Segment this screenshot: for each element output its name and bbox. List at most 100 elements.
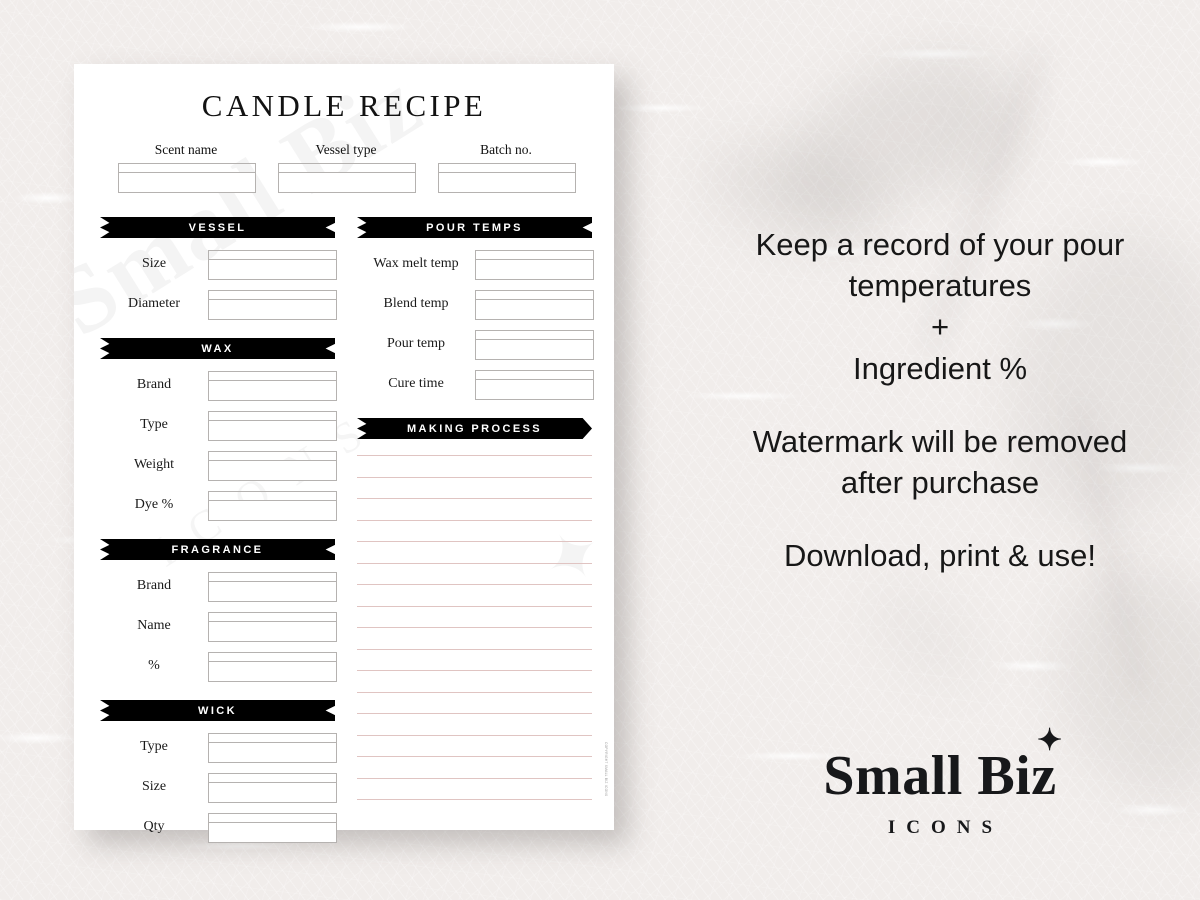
form-section: WICK Type Size Qty (100, 700, 337, 843)
micro-copyright-text: COPYRIGHT SMALL BIZ ICONS (604, 741, 608, 796)
ruled-line[interactable] (357, 541, 592, 542)
marketing-panel: Keep a record of your pour temperatures … (700, 224, 1180, 577)
marketing-line: + (930, 309, 950, 345)
field-input[interactable] (208, 411, 337, 441)
section-banner: WAX (100, 338, 335, 359)
field-row: Brand (100, 572, 337, 602)
form-section: FRAGRANCE Brand Name% (100, 539, 337, 682)
field-input[interactable] (475, 250, 594, 280)
marketing-line: after purchase (840, 465, 1040, 501)
page-title: CANDLE RECIPE (201, 88, 487, 123)
field-label: Type (140, 739, 168, 754)
logo-wordmark: Small Biz ✦ (823, 726, 1062, 807)
ruled-line[interactable] (357, 648, 592, 650)
field-input[interactable] (208, 250, 337, 280)
ruled-line[interactable] (357, 519, 592, 521)
marketing-block-features: Keep a record of your pour temperatures … (700, 224, 1180, 389)
marketing-line: Download, print & use! (784, 538, 1096, 574)
field-input[interactable] (208, 612, 337, 642)
field-label: Pour temp (387, 336, 445, 351)
field-label: Brand (136, 377, 172, 392)
ruled-line[interactable] (357, 670, 592, 671)
ruled-line[interactable] (357, 498, 592, 499)
header-field: Scent name (118, 142, 256, 193)
ruled-line[interactable] (357, 799, 592, 800)
marketing-line: Watermark will be removed (752, 423, 1128, 459)
printable-sheet: Small Biz ICONS ✦ CANDLE RECIPE Scent na… (74, 64, 614, 843)
field-input[interactable] (208, 813, 337, 843)
field-row: Cure time (357, 370, 594, 400)
marketing-line: Keep a record of your pour (755, 227, 1125, 262)
field-input[interactable] (208, 290, 337, 320)
field-label: Size (141, 779, 167, 794)
field-input[interactable] (208, 773, 337, 803)
section-banner: POUR TEMPS (357, 217, 592, 238)
section-banner: WICK (100, 700, 335, 721)
ruled-line[interactable] (357, 476, 592, 478)
field-row: Type (100, 411, 337, 441)
marketing-block-download: Download, print & use! (700, 535, 1180, 576)
header-field: Batch no. (438, 142, 576, 193)
marketing-block-watermark: Watermark will be removed after purchase (700, 421, 1180, 503)
header-field-label: Batch no. (480, 142, 532, 157)
section-banner: FRAGRANCE (100, 539, 335, 560)
field-label: Size (141, 256, 167, 271)
field-row: Size (100, 250, 337, 280)
header-fields-row: Scent name Vessel type Batch no. (118, 142, 576, 193)
form-section: WAX Brand Type Weight Dye % (100, 338, 337, 521)
field-label: Blend temp (383, 296, 449, 311)
field-input[interactable] (208, 733, 337, 763)
field-row: Type (100, 733, 337, 763)
ruled-line[interactable] (357, 584, 592, 585)
section-banner: VESSEL (100, 217, 335, 238)
ruled-line[interactable] (357, 455, 592, 456)
field-row: Dye % (100, 491, 337, 521)
ruled-line[interactable] (357, 777, 592, 779)
field-row: Name (100, 612, 337, 642)
logo-wordmark-text: Small Biz (823, 745, 1057, 807)
field-row: Weight (100, 451, 337, 481)
header-field-input[interactable] (438, 163, 576, 193)
field-label: Wax melt temp (373, 256, 459, 271)
field-input[interactable] (208, 371, 337, 401)
header-field-input[interactable] (278, 163, 416, 193)
field-row: Qty (100, 813, 337, 843)
field-input[interactable] (475, 290, 594, 320)
field-row: % (100, 652, 337, 682)
ruled-line[interactable] (357, 756, 592, 757)
ruled-line[interactable] (357, 605, 592, 607)
ruled-line[interactable] (357, 627, 592, 628)
field-input[interactable] (208, 491, 337, 521)
ruled-line[interactable] (357, 713, 592, 714)
ruled-line[interactable] (357, 734, 592, 736)
making-process-lines[interactable] (357, 455, 592, 800)
making-process-section: MAKING PROCESS (357, 418, 592, 800)
header-field-label: Scent name (154, 142, 218, 157)
field-input[interactable] (475, 330, 594, 360)
field-input[interactable] (208, 572, 337, 602)
field-label: Weight (133, 457, 175, 472)
brand-logo: Small Biz ✦ ICONS (700, 726, 1180, 839)
field-input[interactable] (475, 370, 594, 400)
sparkle-icon: ✦ (1036, 724, 1063, 757)
field-row: Size (100, 773, 337, 803)
form-section: VESSEL Size Diameter (100, 217, 337, 320)
ruled-line[interactable] (357, 562, 592, 564)
section-banner: MAKING PROCESS (357, 418, 592, 439)
field-label: Name (137, 618, 171, 633)
left-column: VESSEL Size Diameter WAX Brand Type Weight Dye … (100, 217, 337, 843)
field-label: Diameter (127, 296, 181, 311)
right-column: POUR TEMPS Wax melt temp Blend temp Pour te… (357, 217, 594, 841)
field-label: Brand (136, 578, 172, 593)
marketing-line: temperatures (848, 268, 1032, 304)
field-row: Diameter (100, 290, 337, 320)
ruled-line[interactable] (357, 691, 592, 693)
header-field-input[interactable] (118, 163, 256, 193)
header-field-label: Vessel type (315, 142, 377, 157)
field-label: Cure time (388, 376, 444, 391)
field-input[interactable] (208, 652, 337, 682)
field-label: % (148, 658, 160, 673)
field-input[interactable] (208, 451, 337, 481)
field-row: Pour temp (357, 330, 594, 360)
field-label: Qty (143, 819, 165, 834)
